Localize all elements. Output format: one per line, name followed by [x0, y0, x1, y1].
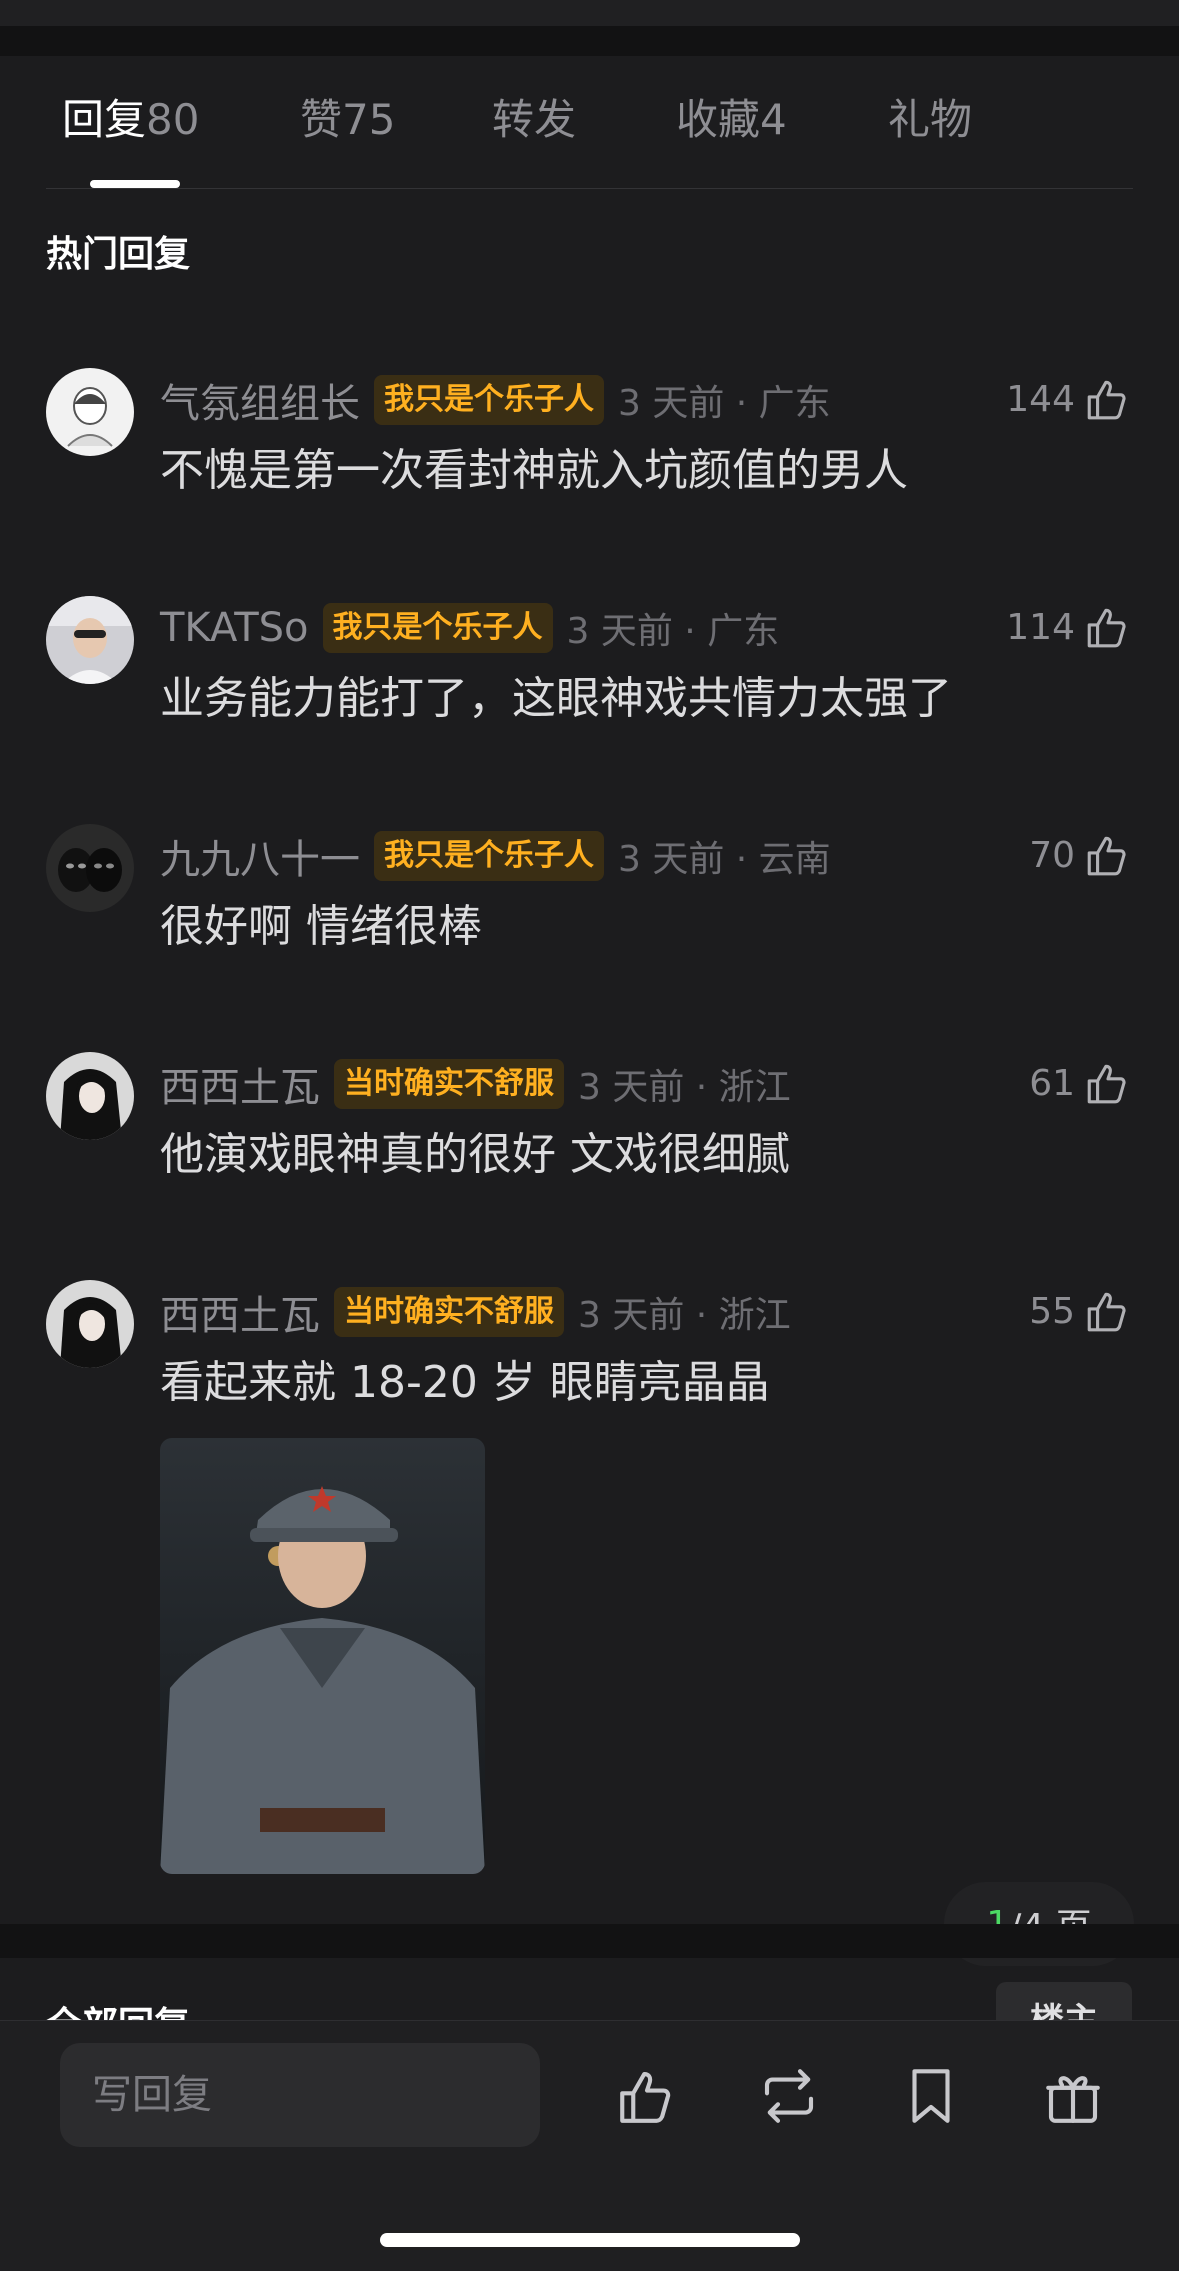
user-badge: 我只是个乐子人 [374, 375, 604, 425]
avatar[interactable] [46, 1052, 134, 1140]
comment-time-location: 3 天前 · 浙江 [578, 1295, 791, 1336]
tab-likes-count: 75 [342, 95, 396, 144]
thumbs-up-icon [1087, 1292, 1126, 1332]
user-badge: 当时确实不舒服 [334, 1287, 564, 1337]
username[interactable]: 西西土瓦 [160, 1055, 320, 1113]
bookmark-icon[interactable] [898, 2063, 964, 2129]
active-tab-underline [90, 180, 180, 188]
comment-text: 他演戏眼神真的很好 文戏很细腻 [160, 1129, 790, 1180]
comment-text: 不愧是第一次看封神就入坑颜值的男人 [160, 445, 908, 496]
tab-likes-label: 赞 [300, 95, 343, 144]
comment-time-location: 3 天前 · 浙江 [578, 1067, 791, 1108]
like-count: 144 [1006, 378, 1075, 420]
thumbs-up-icon [1087, 380, 1126, 420]
tab-gifts[interactable]: 礼物 [888, 94, 972, 146]
reply-input[interactable]: 写回复 [60, 2043, 540, 2147]
tab-replies[interactable]: 回复80 [62, 94, 199, 146]
like-count: 55 [1029, 1290, 1075, 1332]
avatar[interactable] [46, 824, 134, 912]
comment-time-location: 3 天前 · 广东 [566, 611, 780, 652]
comment-time-location: 3 天前 · 云南 [618, 839, 831, 880]
like-button[interactable]: 144 [1006, 368, 1133, 430]
like-button[interactable]: 61 [1029, 1052, 1133, 1114]
like-button[interactable]: 55 [1029, 1280, 1133, 1342]
repost-icon[interactable] [756, 2063, 822, 2129]
comment-text: 业务能力能打了，这眼神戏共情力太强了 [160, 673, 952, 724]
comment-photo[interactable] [160, 1438, 485, 1874]
tab-bar: 回复80 赞75 转发 收藏4 礼物 [0, 56, 1179, 189]
tab-replies-count: 80 [146, 95, 200, 144]
comment-meta: 气氛组组长 我只是个乐子人 3 天前 · 广东 [160, 372, 831, 428]
user-badge: 我只是个乐子人 [374, 831, 604, 881]
like-count: 114 [1006, 606, 1075, 648]
tab-reposts[interactable]: 转发 [492, 94, 576, 146]
tab-favorites-count: 4 [760, 95, 787, 144]
home-indicator[interactable] [380, 2233, 800, 2247]
comment-meta: 西西土瓦 当时确实不舒服 3 天前 · 浙江 [160, 1056, 791, 1112]
like-count: 61 [1029, 1062, 1075, 1104]
tab-reposts-label: 转发 [492, 95, 577, 144]
comment-time-location: 3 天前 · 广东 [618, 383, 831, 424]
comment-meta: 西西土瓦 当时确实不舒服 3 天前 · 浙江 [160, 1284, 791, 1340]
avatar[interactable] [46, 368, 134, 456]
gift-icon[interactable] [1040, 2063, 1106, 2129]
username[interactable]: 九九八十一 [160, 827, 360, 885]
username[interactable]: 西西土瓦 [160, 1283, 320, 1341]
thumbs-up-icon[interactable] [614, 2063, 680, 2129]
like-button[interactable]: 70 [1029, 824, 1133, 886]
username[interactable]: TKATSo [160, 605, 309, 651]
tab-favorites-label: 收藏 [676, 95, 761, 144]
avatar[interactable] [46, 596, 134, 684]
top-separator [0, 26, 1179, 56]
bottom-action-bar: 写回复 [0, 2020, 1179, 2271]
hot-replies-title: 热门回复 [46, 234, 191, 275]
thumbs-up-icon [1087, 1064, 1126, 1104]
user-badge: 我只是个乐子人 [322, 603, 553, 653]
tab-replies-label: 回复 [62, 95, 147, 144]
comment-text: 很好啊 情绪很棒 [160, 901, 482, 952]
like-count: 70 [1029, 834, 1075, 876]
tabs-divider [46, 188, 1133, 189]
avatar[interactable] [46, 1280, 134, 1368]
tab-gifts-label: 礼物 [888, 95, 973, 144]
thumbs-up-icon [1087, 836, 1126, 876]
section-separator [0, 1924, 1179, 1958]
comment-text: 看起来就 18-20 岁 眼睛亮晶晶 [160, 1357, 770, 1408]
tab-favorites[interactable]: 收藏4 [676, 94, 787, 146]
comment-meta: TKATSo 我只是个乐子人 3 天前 · 广东 [160, 600, 779, 656]
top-strip [0, 0, 1179, 26]
user-badge: 当时确实不舒服 [334, 1059, 564, 1109]
username[interactable]: 气氛组组长 [160, 371, 360, 429]
comment-meta: 九九八十一 我只是个乐子人 3 天前 · 云南 [160, 828, 831, 884]
like-button[interactable]: 114 [1006, 596, 1133, 658]
thumbs-up-icon [1087, 608, 1126, 648]
tab-likes[interactable]: 赞75 [300, 94, 395, 146]
